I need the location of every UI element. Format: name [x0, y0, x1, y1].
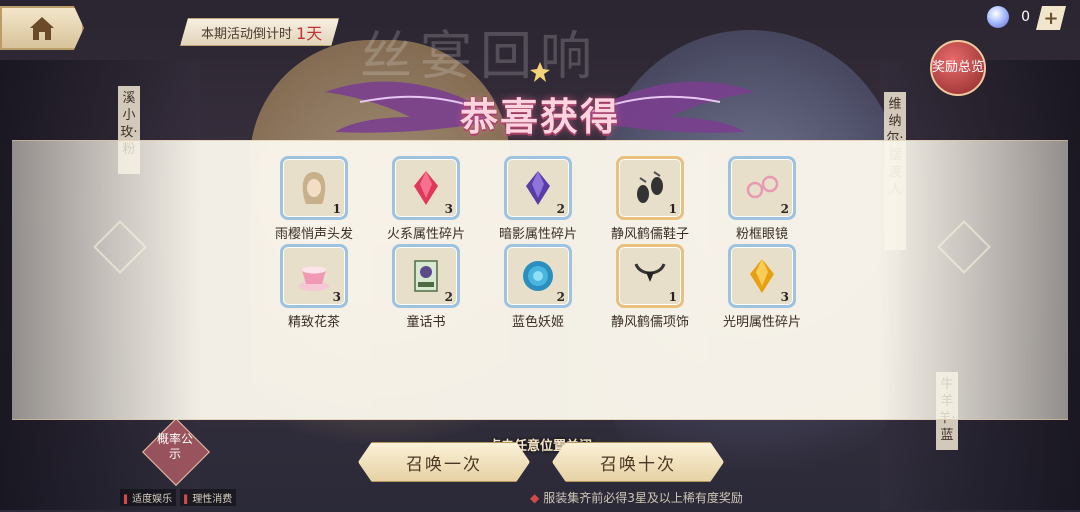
home-button[interactable] — [0, 6, 84, 50]
item-tile[interactable]: 3 — [392, 156, 460, 220]
info-dot-icon: ◆ — [530, 491, 540, 505]
reward-item[interactable]: 3 精致花茶 — [258, 244, 370, 330]
item-name: 童话书 — [406, 315, 446, 330]
item-tile[interactable]: 3 — [728, 244, 796, 308]
home-icon — [30, 17, 54, 40]
reward-item[interactable]: 2 童话书 — [370, 244, 482, 330]
book-icon — [414, 260, 438, 292]
item-name: 暗影属性碎片 — [498, 227, 577, 242]
currency-value: 0 — [1021, 9, 1030, 25]
item-quantity: 2 — [780, 202, 789, 216]
item-name: 静风鹤儒鞋子 — [610, 227, 689, 242]
item-quantity: 3 — [444, 202, 453, 216]
item-tile[interactable]: 2 — [728, 156, 796, 220]
item-quantity: 1 — [668, 202, 677, 216]
item-name: 精致花茶 — [287, 315, 340, 330]
item-name: 火系属性碎片 — [386, 227, 465, 242]
fire-shard-icon — [414, 171, 438, 205]
reward-grid: 1 雨樱悄声头发 3 火系属性碎片 2 暗影属性碎片 1 静风鹤儒鞋子 2 粉框… — [258, 156, 818, 330]
summon-ten-button[interactable]: 召唤十次 — [552, 442, 724, 482]
shadow-shard-icon — [526, 171, 550, 205]
item-tile[interactable]: 1 — [616, 244, 684, 308]
item-quantity: 2 — [444, 290, 453, 304]
item-quantity: 1 — [332, 202, 341, 216]
glasses-icon — [746, 175, 779, 199]
bottom-note-text: 服装集齐前必得3星及以上稀有度奖励 — [543, 491, 743, 505]
countdown-value: 1天 — [296, 24, 323, 43]
gem-icon — [987, 6, 1010, 28]
health-tag: 适度娱乐 — [120, 489, 177, 506]
item-tile[interactable]: 2 — [504, 156, 572, 220]
blue-rose-icon — [523, 261, 553, 291]
health-tag: 理性消费 — [180, 489, 237, 506]
reward-item[interactable]: 1 静风鹤儒项饰 — [594, 244, 706, 330]
item-tile[interactable]: 1 — [616, 156, 684, 220]
item-tile[interactable]: 1 — [280, 156, 348, 220]
necklace-icon — [634, 263, 666, 282]
item-quantity: 3 — [332, 290, 341, 304]
item-tile[interactable]: 2 — [504, 244, 572, 308]
reward-item[interactable]: 1 静风鹤儒鞋子 — [594, 156, 706, 242]
reward-overview-button[interactable]: 奖励总览 — [930, 40, 986, 96]
reward-item[interactable]: 2 暗影属性碎片 — [482, 156, 594, 242]
item-name: 静风鹤儒项饰 — [610, 315, 689, 330]
shoes-icon — [637, 171, 663, 203]
banner-title: 恭喜获得 — [459, 94, 620, 139]
item-name: 粉框眼镜 — [735, 227, 788, 242]
reward-item[interactable]: 1 雨樱悄声头发 — [258, 156, 370, 242]
reward-item[interactable]: 3 火系属性碎片 — [370, 156, 482, 242]
light-shard-icon — [750, 259, 774, 293]
star-ornament-icon — [530, 62, 550, 82]
reward-item[interactable]: 3 光明属性碎片 — [706, 244, 818, 330]
health-tags: 适度娱乐 理性消费 — [120, 489, 237, 506]
countdown-label: 本期活动倒计时 — [201, 26, 293, 42]
teacup-icon — [299, 266, 329, 291]
item-name: 雨樱悄声头发 — [274, 227, 353, 242]
item-quantity: 3 — [780, 290, 789, 304]
item-quantity: 1 — [668, 290, 677, 304]
item-quantity: 2 — [556, 202, 565, 216]
event-countdown: 本期活动倒计时 1天 — [180, 18, 340, 46]
bottom-note: ◆ 服装集齐前必得3星及以上稀有度奖励 — [530, 489, 743, 506]
item-name: 光明属性碎片 — [722, 315, 801, 330]
item-name: 蓝色妖姬 — [511, 315, 564, 330]
reward-item[interactable]: 2 蓝色妖姬 — [482, 244, 594, 330]
currency-display: 0 — [987, 6, 1030, 28]
reward-banner: 恭喜获得 — [320, 62, 760, 158]
reward-item[interactable]: 2 粉框眼镜 — [706, 156, 818, 242]
item-tile[interactable]: 2 — [392, 244, 460, 308]
close-hint: 点击任意位置关闭 — [487, 439, 592, 454]
summon-once-button[interactable]: 召唤一次 — [358, 442, 530, 482]
item-quantity: 2 — [556, 290, 565, 304]
item-tile[interactable]: 3 — [280, 244, 348, 308]
hair-icon — [302, 172, 326, 204]
